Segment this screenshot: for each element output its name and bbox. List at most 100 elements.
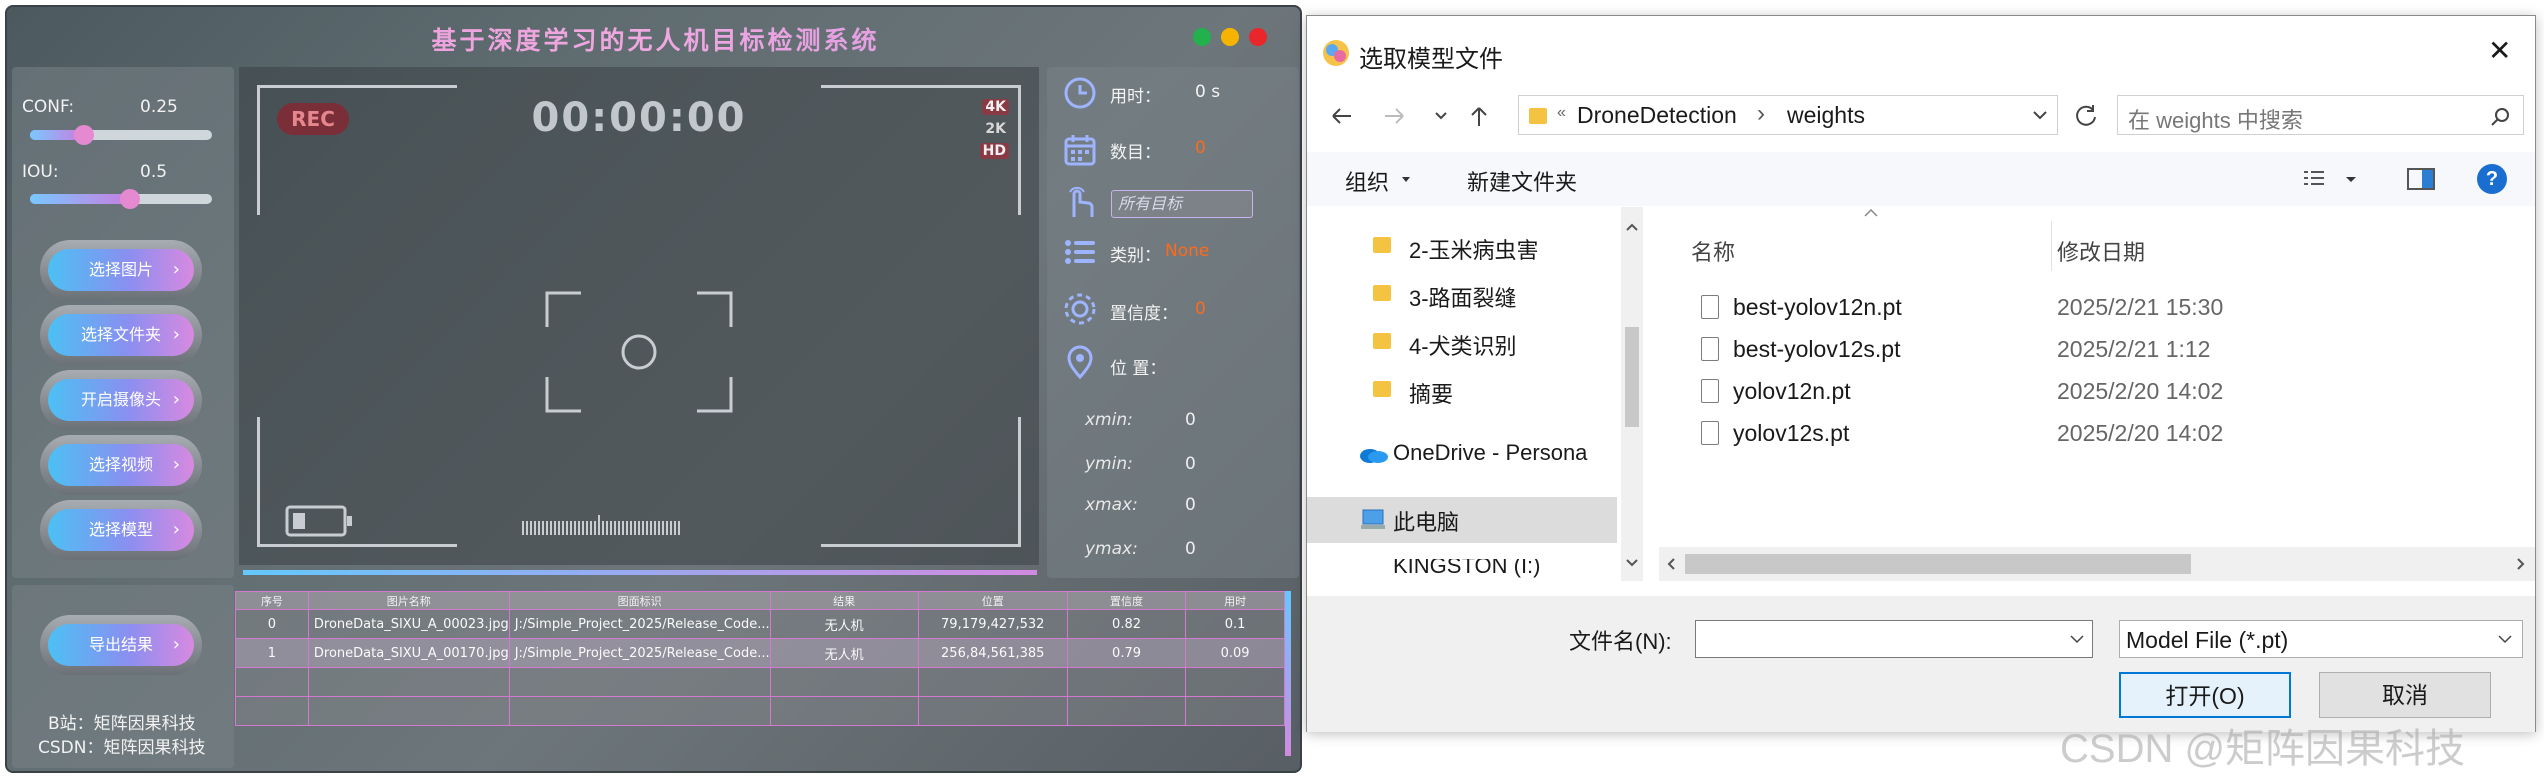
table-cell[interactable]: 0.82 <box>1066 609 1187 639</box>
filetype-select[interactable]: Model File (*.pt) <box>2119 620 2523 658</box>
minimize-button[interactable] <box>1193 28 1211 46</box>
file-hscrollbar-thumb[interactable] <box>1685 554 2191 574</box>
table-cell[interactable]: J:/Simple_Project_2025/Release_Code... <box>508 638 771 668</box>
conf-slider[interactable] <box>30 125 212 145</box>
table-cell[interactable] <box>235 696 309 726</box>
iou-slider[interactable] <box>30 189 212 209</box>
nav-item-this-pc[interactable]: 此电脑 <box>1393 505 1459 537</box>
maximize-button[interactable] <box>1221 28 1239 46</box>
table-header-confidence[interactable]: 置信度 <box>1066 591 1187 610</box>
table-cell[interactable]: 0.09 <box>1185 638 1285 668</box>
breadcrumb-folder1[interactable]: DroneDetection <box>1577 102 1737 129</box>
table-cell[interactable] <box>307 667 510 697</box>
file-name[interactable]: best-yolov12n.pt <box>1733 294 1902 321</box>
select-video-button[interactable]: 选择视频 › <box>48 444 194 486</box>
table-row[interactable] <box>235 696 1285 726</box>
nav-scrollbar[interactable] <box>1621 207 1643 581</box>
export-label: 导出结果 <box>88 635 153 654</box>
select-model-button[interactable]: 选择模型 › <box>48 509 194 551</box>
address-dropdown-icon[interactable] <box>2032 109 2048 121</box>
table-cell[interactable] <box>235 667 309 697</box>
table-row[interactable]: 0 DroneData_SIXU_A_00023.jpg J:/Simple_Pro… <box>235 609 1285 639</box>
table-cell[interactable]: 无人机 <box>769 609 919 639</box>
table-cell[interactable]: 0 <box>235 609 309 639</box>
new-folder-button[interactable]: 新建文件夹 <box>1467 165 1577 197</box>
nav-item-corn[interactable]: 2-玉米病虫害 <box>1409 233 1539 265</box>
open-button[interactable]: 打开(O) <box>2119 672 2291 718</box>
close-button[interactable] <box>1249 28 1267 46</box>
nav-scrollbar-thumb[interactable] <box>1625 327 1639 427</box>
file-name[interactable]: best-yolov12s.pt <box>1733 336 1900 363</box>
select-folder-button[interactable]: 选择文件夹 › <box>48 314 194 356</box>
nav-item-onedrive[interactable]: OneDrive - Persona <box>1393 440 1587 466</box>
table-cell[interactable]: 0.79 <box>1066 638 1187 668</box>
file-hscrollbar[interactable] <box>1659 547 2535 581</box>
refresh-icon[interactable] <box>2072 102 2100 130</box>
navigation-pane: 2-玉米病虫害 3-路面裂缝 4-犬类识别 摘要 OneDrive - Pers… <box>1307 207 1617 581</box>
filename-input[interactable] <box>1695 620 2093 658</box>
table-row[interactable] <box>235 667 1285 697</box>
table-cell[interactable] <box>769 696 919 726</box>
nav-item-kingston[interactable]: KINGSTON (I:) <box>1393 559 1541 579</box>
table-cell[interactable]: 256,84,561,385 <box>917 638 1068 668</box>
table-row[interactable]: 1 DroneData_SIXU_A_00170.jpg J:/Simple_Pro… <box>235 638 1285 668</box>
select-image-button[interactable]: 选择图片 › <box>48 249 194 291</box>
table-cell[interactable] <box>508 667 771 697</box>
dialog-close-icon[interactable]: ✕ <box>2488 34 2511 67</box>
address-bar[interactable]: « DroneDetection › weights <box>1518 95 2058 135</box>
preview-pane-icon[interactable] <box>2407 167 2435 191</box>
table-cell[interactable]: DroneData_SIXU_A_00023.jpg <box>307 609 510 639</box>
iou-slider-handle[interactable] <box>120 189 140 209</box>
table-cell[interactable]: 79,179,427,532 <box>917 609 1068 639</box>
open-camera-button[interactable]: 开启摄像头 › <box>48 379 194 421</box>
search-box[interactable]: 在 weights 中搜索 <box>2117 95 2524 135</box>
breadcrumb-folder2[interactable]: weights <box>1787 102 1865 129</box>
table-cell[interactable] <box>508 696 771 726</box>
conf-slider-handle[interactable] <box>74 125 94 145</box>
search-input[interactable]: 在 weights 中搜索 <box>2128 103 2303 135</box>
table-header-position[interactable]: 位置 <box>917 591 1068 610</box>
table-cell[interactable] <box>1185 667 1285 697</box>
table-cell[interactable]: 1 <box>235 638 309 668</box>
nav-item-crack[interactable]: 3-路面裂缝 <box>1409 281 1517 313</box>
file-date: 2025/2/21 1:12 <box>2057 336 2211 362</box>
ymax-label: ymax: <box>1085 539 1138 559</box>
help-icon[interactable]: ? <box>2477 164 2507 194</box>
file-name[interactable]: yolov12n.pt <box>1733 378 1851 405</box>
table-cell[interactable]: DroneData_SIXU_A_00170.jpg <box>307 638 510 668</box>
table-header-index[interactable]: 序号 <box>235 591 309 610</box>
table-cell[interactable]: J:/Simple_Project_2025/Release_Code... <box>508 609 771 639</box>
table-cell[interactable] <box>769 667 919 697</box>
table-header-image-path[interactable]: 图面标识 <box>508 591 771 610</box>
nav-item-summary[interactable]: 摘要 <box>1409 377 1453 409</box>
clock-icon <box>1064 77 1096 109</box>
table-header-time[interactable]: 用时 <box>1185 591 1285 610</box>
table-header-result[interactable]: 结果 <box>769 591 919 610</box>
nav-item-dog[interactable]: 4-犬类识别 <box>1409 329 1517 361</box>
table-cell[interactable] <box>917 667 1068 697</box>
select-folder-label: 选择文件夹 <box>80 325 161 344</box>
table-header-image-name[interactable]: 图片名称 <box>307 591 510 610</box>
organize-menu[interactable]: 组织 <box>1345 165 1389 197</box>
table-cell[interactable] <box>1185 696 1285 726</box>
file-name[interactable]: yolov12s.pt <box>1733 420 1849 447</box>
filename-dropdown-icon[interactable] <box>2070 635 2084 645</box>
table-scrollbar[interactable] <box>1285 591 1291 756</box>
column-modified[interactable]: 修改日期 <box>2057 235 2145 267</box>
table-cell[interactable]: 0.1 <box>1185 609 1285 639</box>
pointer-hand-icon <box>1069 186 1094 217</box>
export-panel: 导出结果 › B站：矩阵因果科技 CSDN：矩阵因果科技 <box>12 585 234 768</box>
table-cell[interactable] <box>1066 667 1187 697</box>
target-select[interactable]: 所有目标 <box>1111 190 1253 218</box>
table-cell[interactable] <box>917 696 1068 726</box>
breadcrumb-arrow[interactable]: › <box>1757 100 1765 128</box>
chevron-right-icon: › <box>172 259 180 280</box>
table-cell[interactable]: 无人机 <box>769 638 919 668</box>
table-cell[interactable] <box>307 696 510 726</box>
ymin-value: 0 <box>1185 454 1196 474</box>
view-options-icon[interactable] <box>2302 167 2362 191</box>
export-button[interactable]: 导出结果 › <box>48 624 194 666</box>
table-cell[interactable] <box>1066 696 1187 726</box>
cancel-button[interactable]: 取消 <box>2319 672 2491 718</box>
column-name[interactable]: 名称 <box>1691 235 1735 267</box>
